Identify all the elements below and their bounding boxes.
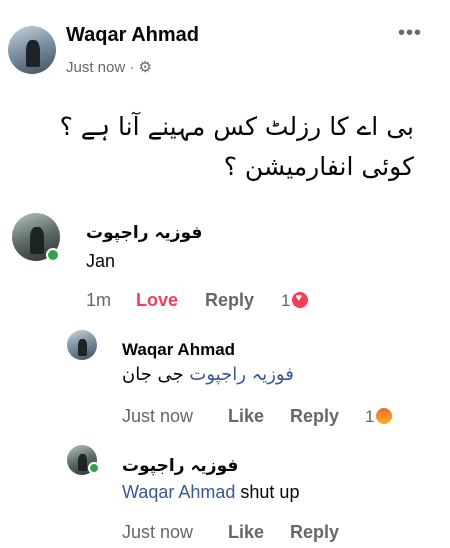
reaction-summary[interactable]: 1	[365, 407, 393, 427]
reply-author-name[interactable]: Waqar Ahmad	[122, 340, 235, 360]
reply-time[interactable]: Just now	[122, 406, 193, 427]
reply-author-name[interactable]: فوزیہ راجپوت	[122, 455, 238, 476]
meta-separator: ·	[129, 59, 135, 76]
reply-button[interactable]: Reply	[290, 406, 339, 427]
more-options-icon[interactable]: •••	[398, 22, 422, 45]
reply-text: فوزیہ راجپوت جی جان	[122, 364, 294, 385]
online-status-indicator	[88, 462, 100, 474]
online-status-indicator	[46, 248, 60, 262]
love-button[interactable]: Love	[136, 290, 178, 311]
post-text-line-2: کوئی انفارمیشن ؟	[223, 152, 414, 181]
gear-icon[interactable]: ⚙	[139, 59, 152, 76]
reply-author-avatar[interactable]	[67, 330, 97, 360]
mention-link[interactable]: Waqar Ahmad	[122, 482, 235, 502]
comment-text: Jan	[86, 251, 116, 271]
comment-author-name[interactable]: فوزیہ راجپوت	[86, 222, 202, 243]
reply-button[interactable]: Reply	[290, 522, 339, 543]
like-button[interactable]: Like	[228, 406, 264, 427]
post-text-line-1: بی اے کا رزلٹ کس مہینے آنا ہے ؟	[59, 112, 414, 141]
reply-text-body: جی جان	[122, 364, 184, 385]
post-author-name[interactable]: Waqar Ahmad	[66, 24, 199, 47]
reply-button[interactable]: Reply	[205, 290, 254, 311]
post-timestamp[interactable]: Just now	[66, 59, 125, 76]
post-author-avatar[interactable]	[8, 26, 56, 74]
reaction-summary[interactable]: 1	[281, 291, 309, 311]
post-meta: Just now · ⚙	[66, 58, 152, 76]
mention-link[interactable]: فوزیہ راجپوت	[189, 364, 293, 385]
comment-time[interactable]: 1m	[86, 290, 111, 311]
reaction-count: 1	[281, 291, 291, 310]
reply-time[interactable]: Just now	[122, 522, 193, 543]
reply-text-body: shut up	[240, 482, 300, 502]
like-button[interactable]: Like	[228, 522, 264, 543]
reaction-count: 1	[365, 407, 375, 426]
reply-text: Waqar Ahmad shut up	[122, 482, 299, 503]
angry-reaction-icon	[376, 408, 393, 424]
heart-reaction-icon	[292, 292, 309, 308]
